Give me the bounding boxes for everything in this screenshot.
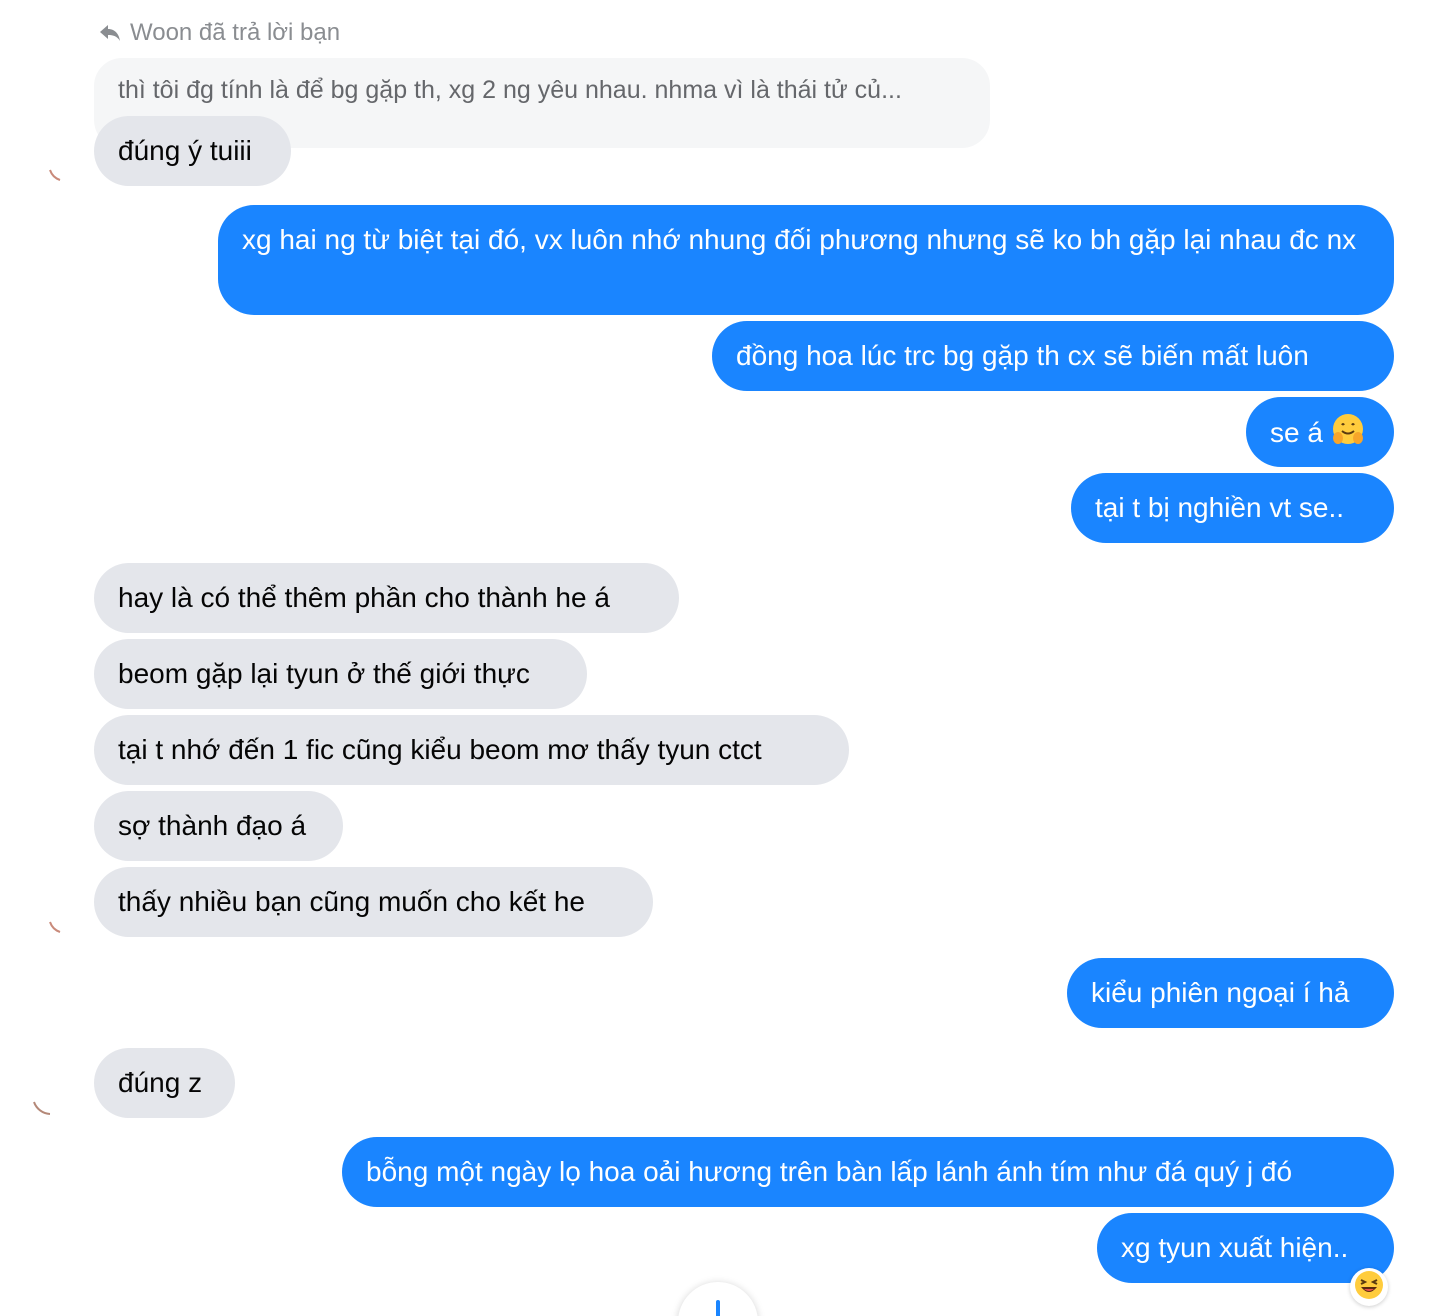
message-bubble[interactable]: hay là có thể thêm phần cho thành he á xyxy=(94,563,679,633)
message-bubble[interactable]: xg hai ng từ biệt tại đó, vx luôn nhớ nh… xyxy=(218,205,1394,315)
message-bubble[interactable]: đúng z xyxy=(94,1048,235,1118)
message-bubble[interactable]: tại t nhớ đến 1 fic cũng kiểu beom mơ th… xyxy=(94,715,849,785)
message-bubble[interactable]: xg tyun xuất hiện.. xyxy=(1097,1213,1394,1283)
message-bubble[interactable]: kiểu phiên ngoại í hả xyxy=(1067,958,1394,1028)
arrow-down-icon xyxy=(716,1300,720,1316)
hugging-face-emoji xyxy=(1331,412,1365,457)
laughing-emoji-icon xyxy=(1354,1270,1384,1305)
message-text: se á xyxy=(1270,416,1323,448)
avatar[interactable] xyxy=(20,1064,76,1120)
reply-indicator: Woon đã trả lời bạn xyxy=(98,18,340,48)
message-bubble[interactable]: tại t bị nghiền vt se.. xyxy=(1071,473,1394,543)
message-bubble[interactable]: se á xyxy=(1246,397,1394,467)
message-bubble[interactable]: đồng hoa lúc trc bg gặp th cx sẽ biến mấ… xyxy=(712,321,1394,391)
message-bubble[interactable]: sợ thành đạo á xyxy=(94,791,343,861)
message-bubble[interactable]: beom gặp lại tyun ở thế giới thực xyxy=(94,639,587,709)
message-bubble[interactable]: thấy nhiều bạn cũng muốn cho kết he xyxy=(94,867,653,937)
scroll-to-bottom-button[interactable] xyxy=(678,1282,758,1316)
avatar[interactable] xyxy=(20,882,76,938)
message-bubble[interactable]: bỗng một ngày lọ hoa oải hương trên bàn … xyxy=(342,1137,1394,1207)
message-thread: Woon đã trả lời bạn thì tôi đg tính là đ… xyxy=(0,0,1432,1316)
message-bubble[interactable]: đúng ý tuiii xyxy=(94,116,291,186)
reply-note-text: Woon đã trả lời bạn xyxy=(130,19,341,46)
message-reaction[interactable] xyxy=(1350,1268,1388,1306)
reply-arrow-icon xyxy=(98,23,122,43)
avatar[interactable] xyxy=(20,130,76,186)
